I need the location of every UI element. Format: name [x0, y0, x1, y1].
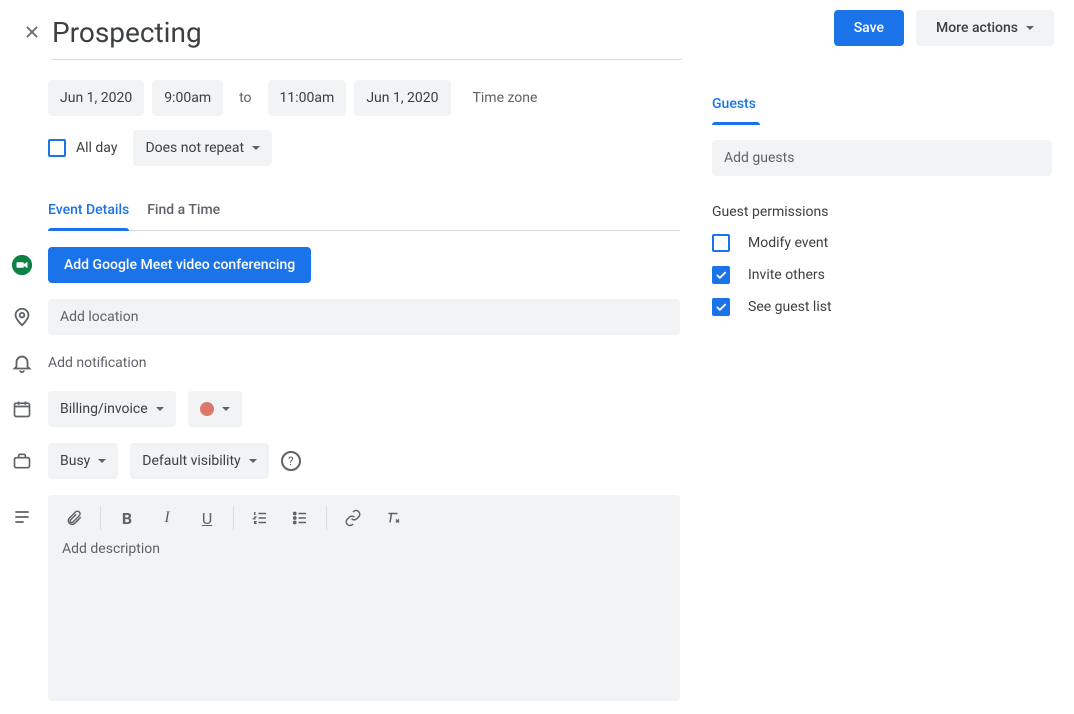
- save-button[interactable]: Save: [834, 10, 904, 46]
- bold-icon: B: [122, 509, 132, 528]
- availability-dropdown[interactable]: Busy: [48, 443, 118, 479]
- invite-others-label: Invite others: [748, 267, 825, 283]
- modify-event-label: Modify event: [748, 235, 828, 251]
- see-guest-list-checkbox[interactable]: [712, 298, 730, 316]
- add-notification-link[interactable]: Add notification: [48, 355, 147, 371]
- paperclip-icon: [65, 509, 83, 527]
- bulleted-list-icon: [291, 509, 309, 527]
- invite-others-checkbox[interactable]: [712, 266, 730, 284]
- tab-event-details[interactable]: Event Details: [48, 202, 129, 230]
- link-icon: [344, 509, 362, 527]
- chevron-down-icon: [1026, 26, 1034, 30]
- timezone-link[interactable]: Time zone: [465, 90, 546, 106]
- clear-formatting-button[interactable]: [375, 500, 411, 536]
- all-day-checkbox[interactable]: [48, 139, 66, 157]
- tab-find-time[interactable]: Find a Time: [147, 202, 220, 230]
- description-icon: [10, 505, 34, 529]
- close-icon: [22, 22, 42, 42]
- numbered-list-button[interactable]: [242, 500, 278, 536]
- end-date-picker[interactable]: Jun 1, 2020: [354, 80, 450, 116]
- numbered-list-icon: [251, 509, 269, 527]
- calendar-icon: [10, 397, 34, 421]
- modify-event-checkbox[interactable]: [712, 234, 730, 252]
- bold-button[interactable]: B: [109, 500, 145, 536]
- chevron-down-icon: [156, 407, 164, 411]
- clear-formatting-icon: [384, 509, 402, 527]
- see-guest-list-label: See guest list: [748, 299, 832, 315]
- attach-button[interactable]: [56, 500, 92, 536]
- underline-icon: U: [202, 509, 212, 528]
- add-guests-input[interactable]: [712, 140, 1052, 176]
- briefcase-icon: [10, 449, 34, 473]
- event-title-input[interactable]: [52, 12, 682, 60]
- close-button[interactable]: [12, 12, 52, 52]
- bell-icon: [10, 351, 34, 375]
- color-dropdown[interactable]: [188, 391, 242, 427]
- chevron-down-icon: [98, 459, 106, 463]
- to-label: to: [231, 90, 259, 106]
- underline-button[interactable]: U: [189, 500, 225, 536]
- end-time-picker[interactable]: 11:00am: [268, 80, 347, 116]
- start-date-picker[interactable]: Jun 1, 2020: [48, 80, 144, 116]
- help-icon[interactable]: ?: [281, 451, 301, 471]
- recurrence-dropdown[interactable]: Does not repeat: [133, 130, 272, 166]
- chevron-down-icon: [249, 459, 257, 463]
- italic-icon: I: [164, 509, 169, 527]
- toolbar-separator: [233, 506, 234, 530]
- video-icon: [10, 253, 34, 277]
- link-button[interactable]: [335, 500, 371, 536]
- guest-permissions-title: Guest permissions: [712, 204, 1052, 220]
- check-icon: [714, 300, 728, 314]
- add-google-meet-button[interactable]: Add Google Meet video conferencing: [48, 247, 311, 283]
- bulleted-list-button[interactable]: [282, 500, 318, 536]
- check-icon: [714, 268, 728, 282]
- more-actions-button[interactable]: More actions: [916, 10, 1054, 46]
- color-swatch-icon: [200, 402, 214, 416]
- calendar-name-label: Billing/invoice: [60, 401, 148, 417]
- availability-label: Busy: [60, 453, 90, 469]
- italic-button[interactable]: I: [149, 500, 185, 536]
- location-icon: [10, 305, 34, 329]
- calendar-dropdown[interactable]: Billing/invoice: [48, 391, 176, 427]
- guests-tab[interactable]: Guests: [712, 96, 1052, 124]
- location-input[interactable]: [48, 299, 680, 335]
- recurrence-label: Does not repeat: [145, 140, 244, 156]
- description-textarea[interactable]: Add description: [48, 541, 680, 701]
- more-actions-label: More actions: [936, 20, 1018, 36]
- chevron-down-icon: [222, 407, 230, 411]
- all-day-label: All day: [76, 140, 117, 156]
- toolbar-separator: [100, 506, 101, 530]
- toolbar-separator: [326, 506, 327, 530]
- chevron-down-icon: [252, 146, 260, 150]
- visibility-dropdown[interactable]: Default visibility: [130, 443, 268, 479]
- visibility-label: Default visibility: [142, 453, 240, 469]
- start-time-picker[interactable]: 9:00am: [152, 80, 223, 116]
